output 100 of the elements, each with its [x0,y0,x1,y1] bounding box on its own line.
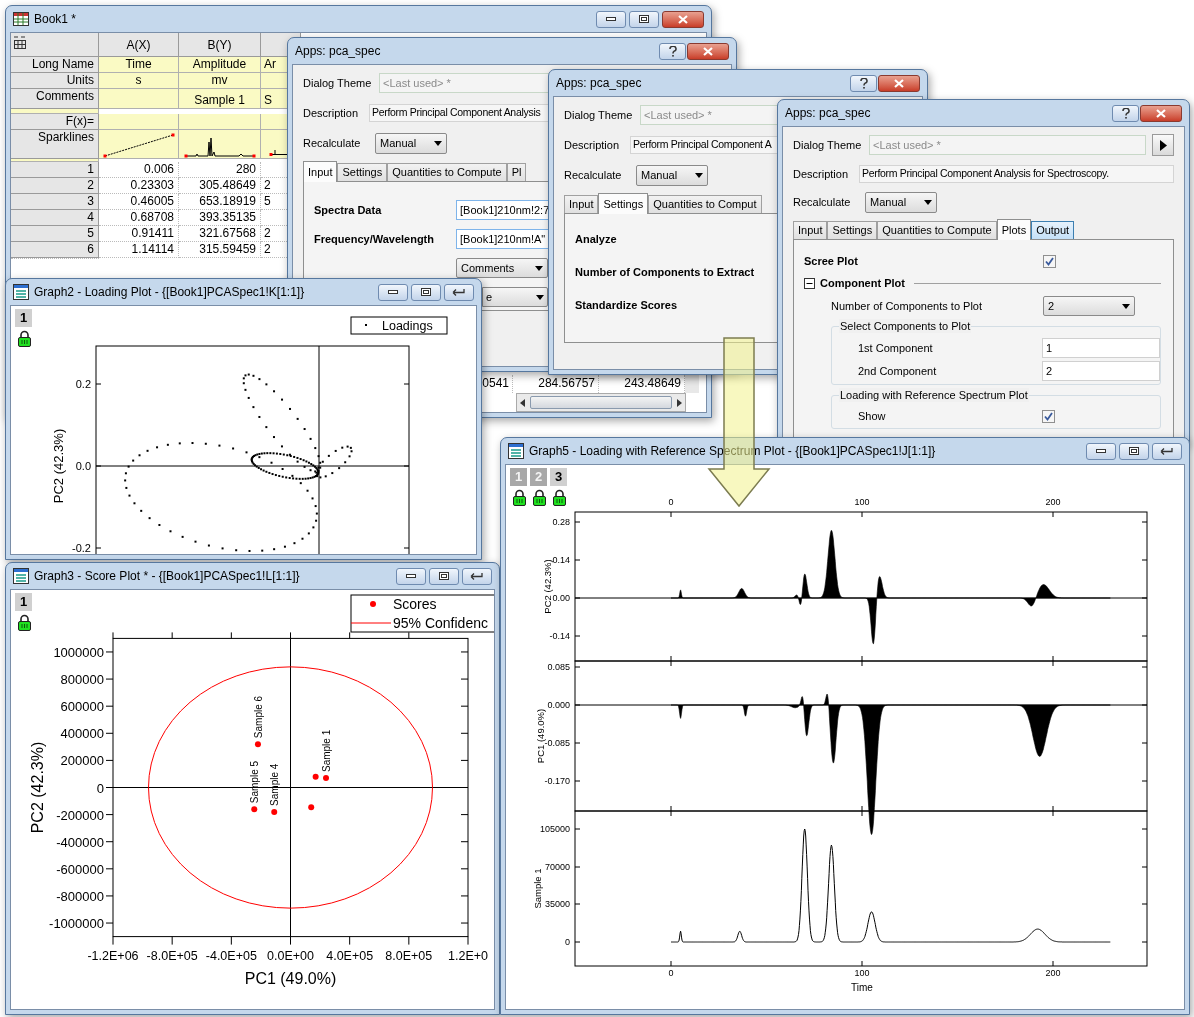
row-label: Long Name [11,57,99,73]
tick-label: 1.2E+0 [448,949,488,963]
option-heading: Standardize Scores [575,298,678,313]
row-number: 3 [11,194,99,210]
axis-title: Time [851,982,873,993]
axis-title: PC2 (42.3%) [29,741,46,834]
tick-label: -400000 [56,834,104,850]
tick-label: 0 [565,937,570,947]
tick-label: 70000 [544,862,570,872]
tick-label: -200000 [56,807,104,823]
window-title: Graph3 - Score Plot * - {[Book1]PCASpec1!L[1:1]} [34,568,300,585]
tick-label: 100 [854,968,870,978]
window-title: Book1 * [34,11,77,28]
field-label: Description [793,166,850,182]
tick-label: 0.000 [547,700,570,710]
tick-label: 0 [96,780,104,796]
data-label: Sample 4 [269,763,281,806]
data-label: Sample 6 [252,695,264,739]
window-title: Apps: pca_spec [556,75,642,92]
tick-label: -4.0E+05 [205,949,257,963]
tick-label: 200000 [60,753,104,769]
axis-title: Sample 1 [532,868,543,909]
field-label: 2nd Component [858,363,938,379]
window-title: Graph5 - Loading with Reference Spectrum Plot - {[Book1]PCASpec1!J[1:1]} [529,443,936,460]
tick-label: -0.14 [549,631,570,641]
table-cell: 653.18919 [179,194,261,210]
field-label: Dialog Theme [793,137,863,153]
tick-label: -600000 [56,861,104,877]
table-cell: 0.006 [99,162,179,178]
row-number: 2 [11,178,99,194]
tick-label: 600000 [60,699,104,715]
window-title: Apps: pca_spec [295,43,381,60]
tick-label: 200 [1045,497,1061,507]
tick-label: 400000 [60,726,104,742]
row-label: Sparklines [11,130,99,159]
tick-label: -1000000 [49,916,104,932]
field-label: Description [303,105,360,121]
tick-label: 0.14 [552,555,570,565]
row-number: 6 [11,242,99,258]
tick-label: -0.085 [544,738,570,748]
field-label: 1st Component [858,340,934,356]
row-label: F(x)= [11,114,99,130]
tick-label: -0.170 [544,776,570,786]
axis-title: PC2 (42.3%) [51,428,66,504]
table-cell: 1.14114 [99,242,179,258]
label-cell: s [99,73,179,89]
legend-label: 95% Confidenc [393,615,488,631]
field-label: Dialog Theme [564,107,634,123]
option-heading: Number of Components to Extract [575,265,755,280]
tick-label: 35000 [544,899,570,909]
tick-label: -1.2E+06 [87,949,139,963]
table-cell: 0.23303 [99,178,179,194]
option-label: Scree Plot [804,253,859,269]
data-label: Sample 5 [249,760,261,804]
axis-title: PC1 (49.0%) [535,708,546,764]
window-title: Apps: pca_spec [785,105,871,122]
label-cell: Amplitude [179,57,261,73]
label-cell: mv [179,73,261,89]
table-cell: 393.35135 [179,210,261,226]
label-cell: Sample 1 [179,89,261,109]
label-cell: Time [99,57,179,73]
tick-label: 0.0 [75,460,91,472]
description-field: Perform Principal Component Analysis for Spectroscopy. [859,165,1174,183]
field-label: Description [564,137,621,153]
row-label: Units [11,73,99,89]
field-label: Recalculate [303,135,362,151]
field-label: Recalculate [564,167,623,183]
row-number: 1 [11,162,99,178]
field-label: Frequency/Wavelength [314,231,435,247]
table-cell: 0.46005 [99,194,179,210]
table-cell: 315.59459 [179,242,261,258]
table-cell: 305.48649 [179,178,261,194]
tick-label: 0 [668,497,674,507]
group-label: Select Components to Plot [839,319,972,333]
tick-label: -8.0E+05 [146,949,198,963]
tick-label: 0 [668,968,674,978]
field-label: Recalculate [793,195,852,211]
option-label: Show [858,408,887,424]
field-label: Spectra Data [314,202,383,218]
field-label: Dialog Theme [303,75,373,91]
tick-label: 105000 [539,824,570,834]
tick-label: 4.0E+05 [326,949,374,963]
tick-label: 0.2 [75,378,91,390]
tick-label: 8.0E+05 [385,949,433,963]
tick-label: 200 [1045,968,1061,978]
tick-label: 800000 [60,672,104,688]
option-heading: Analyze [575,232,617,247]
tick-label: 1000000 [53,644,104,660]
tick-label: 0.00 [552,593,570,603]
group-label: Loading with Reference Spectrum Plot [839,388,1029,402]
row-number: 5 [11,226,99,242]
section-label: Component Plot [820,275,905,291]
row-label: Comments [11,89,99,109]
tick-label: -0.2 [72,542,91,554]
table-cell: 280 [179,162,261,178]
window-title: Graph2 - Loading Plot - {[Book1]PCASpec1!K[1:1]} [34,284,305,301]
table-cell: 0.68708 [99,210,179,226]
table-cell: 321.67568 [179,226,261,242]
axis-title: PC2 (42.3%) [542,559,553,614]
axis-title: PC1 (49.0%) [244,970,337,987]
